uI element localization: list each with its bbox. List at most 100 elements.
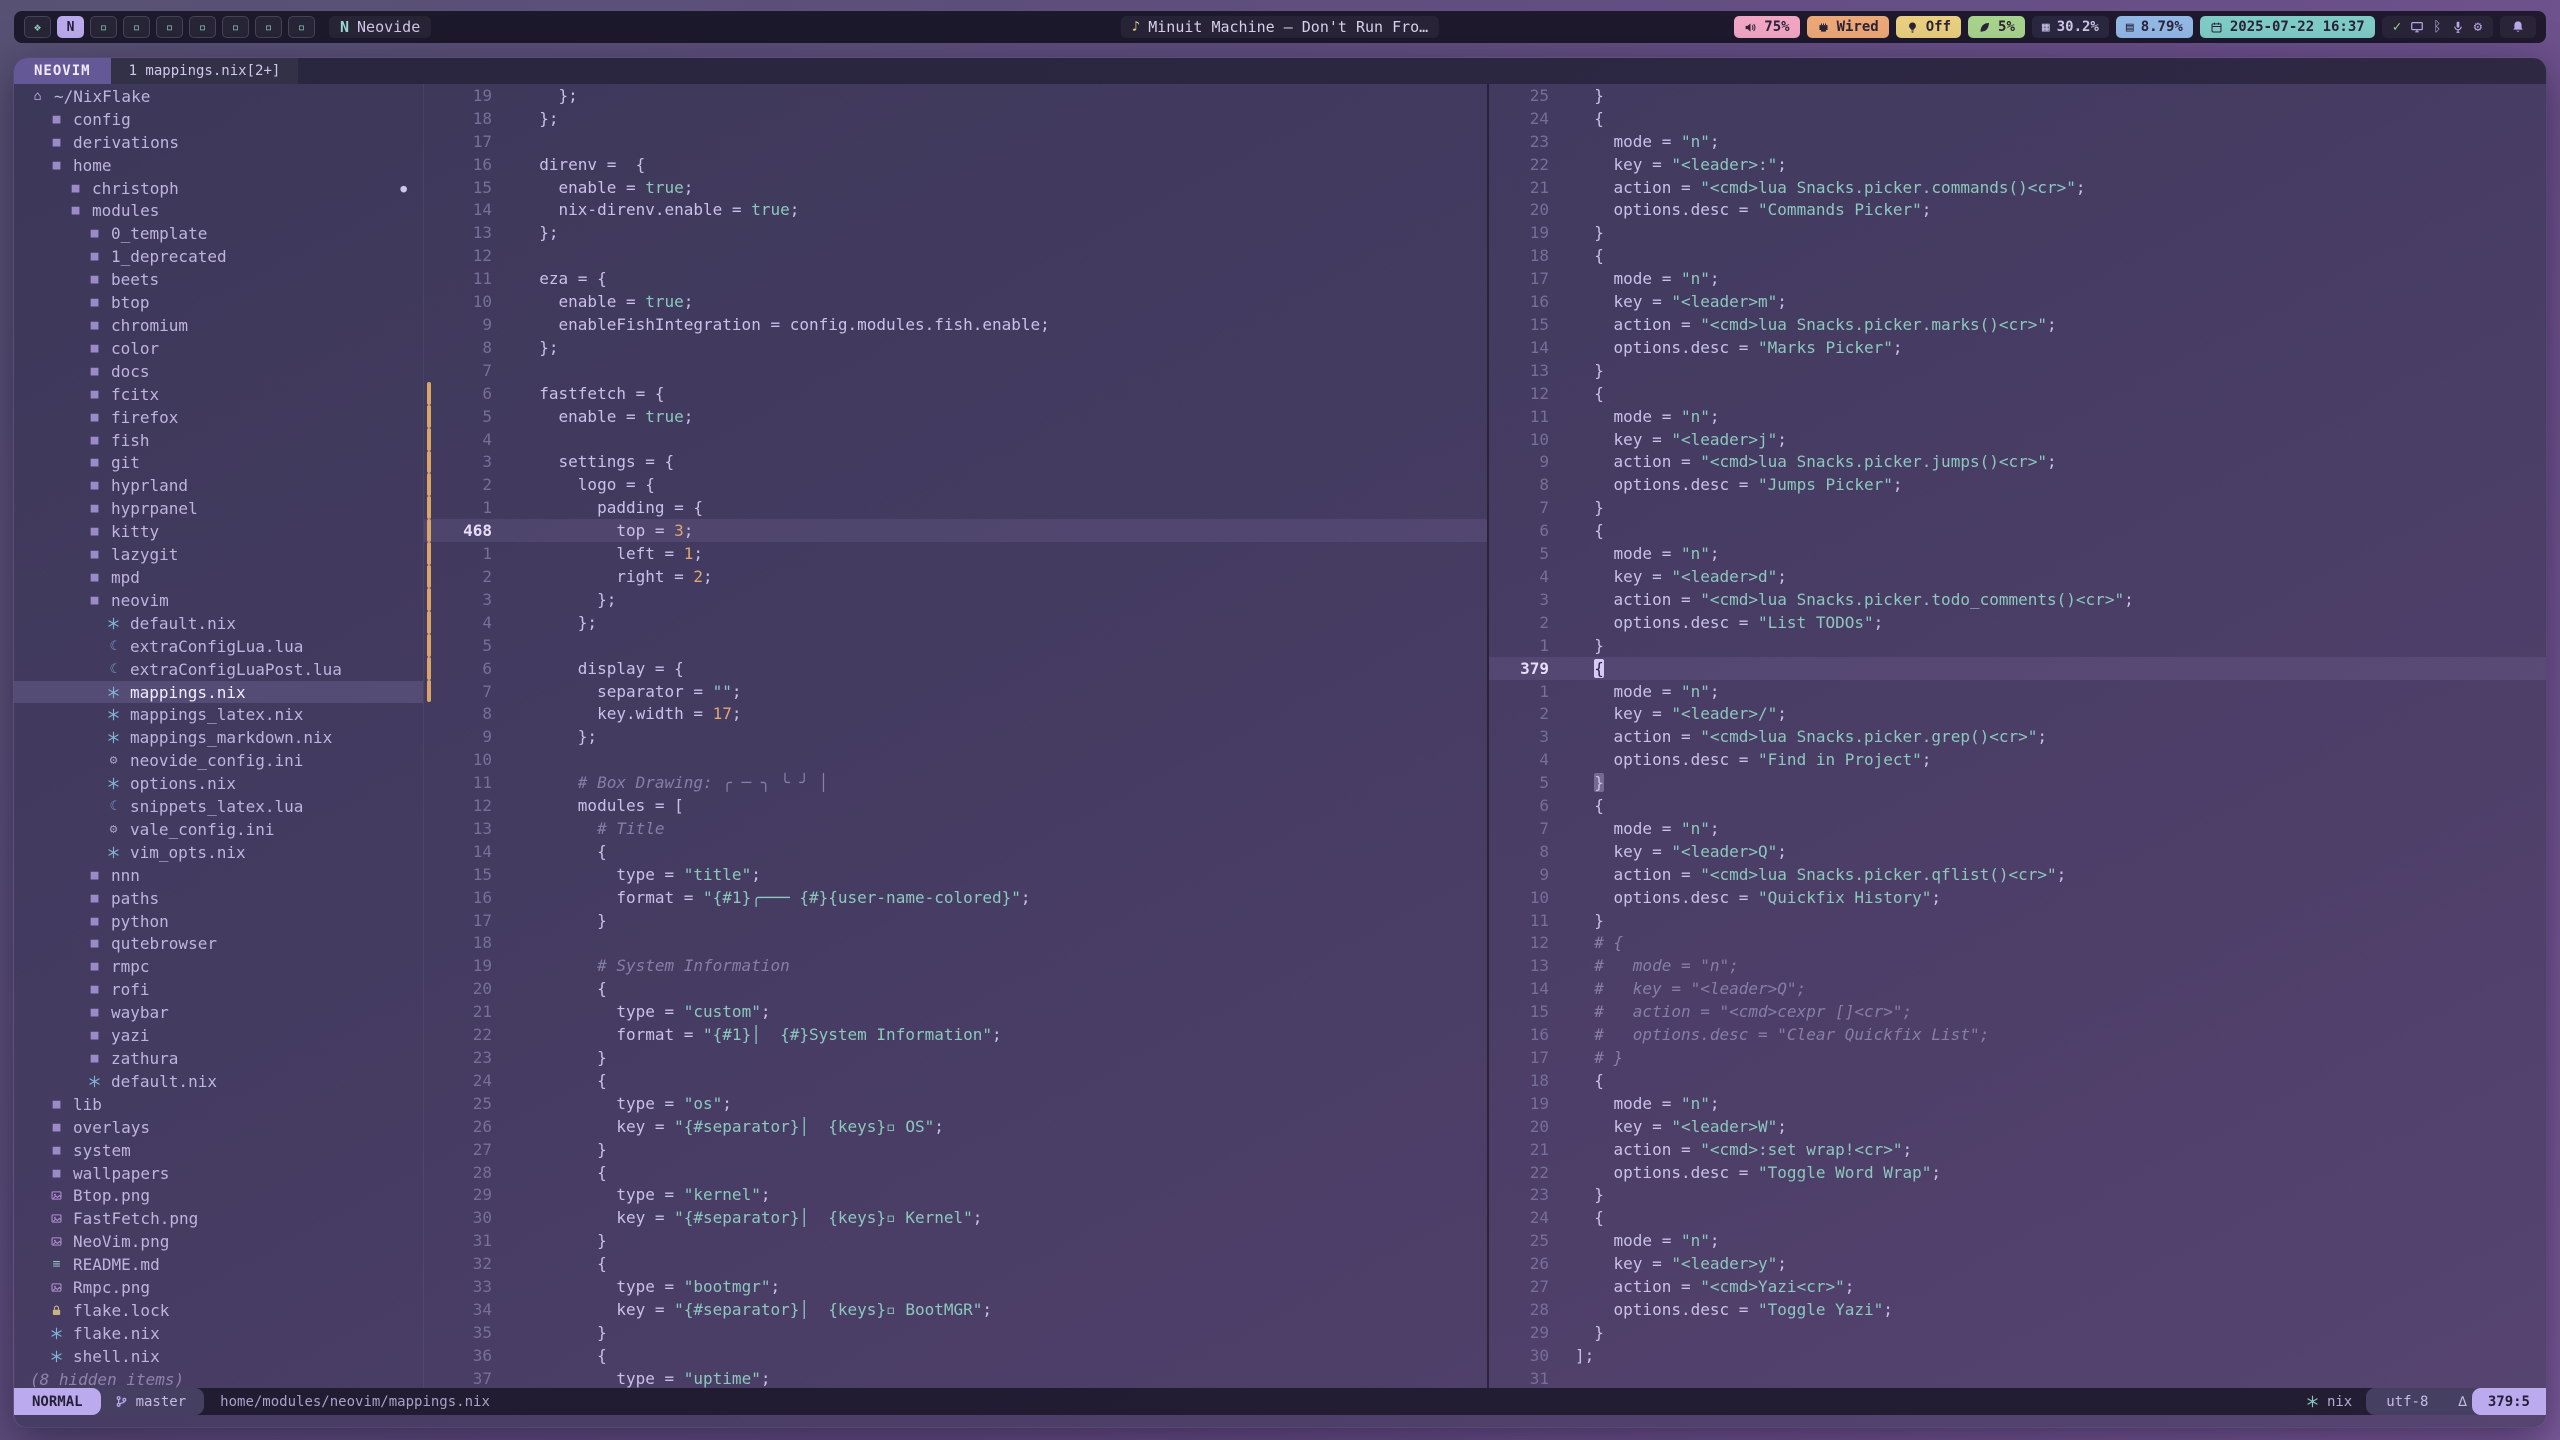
tree-item-rmpc[interactable]: ■rmpc	[14, 955, 423, 978]
code-line[interactable]: 468 top = 3;	[424, 519, 1487, 542]
network-widget[interactable]: Wired	[1807, 16, 1889, 38]
tree-item-btop-png[interactable]: Btop.png	[14, 1185, 423, 1208]
tree-item-christoph[interactable]: ■christoph●	[14, 177, 423, 200]
code-line[interactable]: 16 # options.desc = "Clear Quickfix List…	[1489, 1023, 2546, 1046]
code-line[interactable]: 7 separator = "";	[424, 680, 1487, 703]
code-line[interactable]: 16 format = "{#1}╭─── {#}{user-name-colo…	[424, 886, 1487, 909]
code-line[interactable]: 35 }	[424, 1321, 1487, 1344]
tree-item-mappings-latex-nix[interactable]: mappings_latex.nix	[14, 703, 423, 726]
code-line[interactable]: 11 mode = "n";	[1489, 405, 2546, 428]
code-line[interactable]: 21 action = "<cmd>lua Snacks.picker.comm…	[1489, 176, 2546, 199]
code-line[interactable]: 8 key = "<leader>Q";	[1489, 840, 2546, 863]
code-line[interactable]: 13 };	[424, 221, 1487, 244]
code-line[interactable]: 4	[424, 428, 1487, 451]
tree-item-chromium[interactable]: ■chromium	[14, 314, 423, 337]
code-line[interactable]: 14 nix-direnv.enable = true;	[424, 199, 1487, 222]
code-line[interactable]: 17 # }	[1489, 1046, 2546, 1069]
code-line[interactable]: 10 options.desc = "Quickfix History";	[1489, 886, 2546, 909]
tree-item-paths[interactable]: ■paths	[14, 887, 423, 910]
tree-item-config[interactable]: ■config	[14, 108, 423, 131]
code-line[interactable]: 2 options.desc = "List TODOs";	[1489, 611, 2546, 634]
code-line[interactable]: 20 key = "<leader>W";	[1489, 1115, 2546, 1138]
tree-item-readme-md[interactable]: ≡README.md	[14, 1253, 423, 1276]
tree-item-system[interactable]: ■system	[14, 1139, 423, 1162]
code-line[interactable]: 8 options.desc = "Jumps Picker";	[1489, 473, 2546, 496]
workspace-4[interactable]: ▫	[123, 16, 150, 38]
workspace-2[interactable]: N	[57, 16, 84, 38]
code-line[interactable]: 21 action = "<cmd>:set wrap!<cr>";	[1489, 1138, 2546, 1161]
memory-widget[interactable]: ▤8.79%	[2116, 16, 2193, 38]
code-line[interactable]: 10 key = "<leader>j";	[1489, 428, 2546, 451]
tree-item-rofi[interactable]: ■rofi	[14, 978, 423, 1001]
tree-item-neovim[interactable]: ■neovim	[14, 589, 423, 612]
code-line[interactable]: 23 mode = "n";	[1489, 130, 2546, 153]
code-line[interactable]: 9 };	[424, 725, 1487, 748]
check-icon[interactable]: ✓	[2393, 20, 2401, 34]
code-line[interactable]: 37 type = "uptime";	[424, 1367, 1487, 1388]
code-line[interactable]: 10 enable = true;	[424, 290, 1487, 313]
code-line[interactable]: 12 {	[1489, 382, 2546, 405]
tree-item-default-nix[interactable]: default.nix	[14, 1070, 423, 1093]
tree-item-fish[interactable]: ■fish	[14, 429, 423, 452]
code-line[interactable]: 7 mode = "n";	[1489, 817, 2546, 840]
code-line[interactable]: 2 right = 2;	[424, 565, 1487, 588]
tree-item-nnn[interactable]: ■nnn	[14, 864, 423, 887]
tree-item-firefox[interactable]: ■firefox	[14, 406, 423, 429]
code-line[interactable]: 23 }	[1489, 1184, 2546, 1207]
code-pane-right[interactable]: 25 }24 {23 mode = "n";22 key = "<leader>…	[1487, 84, 2546, 1388]
code-line[interactable]: 4 key = "<leader>d";	[1489, 565, 2546, 588]
code-line[interactable]: 25 }	[1489, 84, 2546, 107]
code-line[interactable]: 16 key = "<leader>m";	[1489, 290, 2546, 313]
workspace-8[interactable]: ▫	[255, 16, 282, 38]
tree-item-modules[interactable]: ■modules	[14, 200, 423, 223]
code-line[interactable]: 9 enableFishIntegration = config.modules…	[424, 313, 1487, 336]
tree-item-rmpc-png[interactable]: Rmpc.png	[14, 1276, 423, 1299]
mic-icon[interactable]	[2451, 20, 2465, 34]
tree-item-wallpapers[interactable]: ■wallpapers	[14, 1162, 423, 1185]
code-line[interactable]: 20 {	[424, 977, 1487, 1000]
tree-item-python[interactable]: ■python	[14, 910, 423, 933]
code-line[interactable]: 6 {	[1489, 519, 2546, 542]
code-line[interactable]: 29 }	[1489, 1321, 2546, 1344]
code-line[interactable]: 5 enable = true;	[424, 405, 1487, 428]
code-line[interactable]: 9 action = "<cmd>lua Snacks.picker.qflis…	[1489, 863, 2546, 886]
code-line[interactable]: 27 }	[424, 1138, 1487, 1161]
code-line[interactable]: 379 {	[1489, 657, 2546, 680]
temperature-widget[interactable]: 5%	[1968, 16, 2025, 38]
workspace-9[interactable]: ▫	[288, 16, 315, 38]
code-line[interactable]: 30];	[1489, 1344, 2546, 1367]
code-line[interactable]: 19 };	[424, 84, 1487, 107]
cpu-widget[interactable]: ▦30.2%	[2032, 16, 2109, 38]
idle-inhibitor-widget[interactable]: Off	[1896, 16, 1961, 38]
bluetooth-icon[interactable]: ᛒ	[2433, 20, 2441, 34]
workspace-3[interactable]: ▫	[90, 16, 117, 38]
code-line[interactable]: 1 padding = {	[424, 496, 1487, 519]
code-line[interactable]: 24 {	[1489, 107, 2546, 130]
music-widget[interactable]: ♪ Minuit Machine – Don't Run Fro…	[1121, 16, 1439, 38]
notifications-widget[interactable]	[2500, 16, 2536, 38]
code-line[interactable]: 15 # action = "<cmd>cexpr []<cr>";	[1489, 1000, 2546, 1023]
tree-item-mpd[interactable]: ■mpd	[14, 566, 423, 589]
code-line[interactable]: 30 key = "{#separator}│ {keys}▫ Kernel";	[424, 1206, 1487, 1229]
code-line[interactable]: 12 # {	[1489, 932, 2546, 955]
code-line[interactable]: 14 # key = "<leader>Q";	[1489, 977, 2546, 1000]
code-line[interactable]: 8 };	[424, 336, 1487, 359]
tree-item-snippets-latex-lua[interactable]: ☾snippets_latex.lua	[14, 795, 423, 818]
code-line[interactable]: 25 mode = "n";	[1489, 1229, 2546, 1252]
code-line[interactable]: 32 {	[424, 1252, 1487, 1275]
tree-item-fcitx[interactable]: ■fcitx	[14, 383, 423, 406]
code-line[interactable]: 12	[424, 244, 1487, 267]
code-line[interactable]: 13 # mode = "n";	[1489, 954, 2546, 977]
code-line[interactable]: 33 type = "bootmgr";	[424, 1275, 1487, 1298]
code-line[interactable]: 5 }	[1489, 771, 2546, 794]
code-line[interactable]: 20 options.desc = "Commands Picker";	[1489, 199, 2546, 222]
tree-item-mappings-nix[interactable]: mappings.nix	[14, 681, 423, 704]
code-line[interactable]: 27 action = "<cmd>Yazi<cr>";	[1489, 1275, 2546, 1298]
volume-widget[interactable]: 75%	[1734, 16, 1799, 38]
code-line[interactable]: 22 options.desc = "Toggle Word Wrap";	[1489, 1161, 2546, 1184]
code-line[interactable]: 7 }	[1489, 496, 2546, 519]
tree-item-default-nix[interactable]: default.nix	[14, 612, 423, 635]
code-line[interactable]: 2 key = "<leader>/";	[1489, 702, 2546, 725]
code-line[interactable]: 1 mode = "n";	[1489, 680, 2546, 703]
display-icon[interactable]	[2410, 20, 2424, 34]
